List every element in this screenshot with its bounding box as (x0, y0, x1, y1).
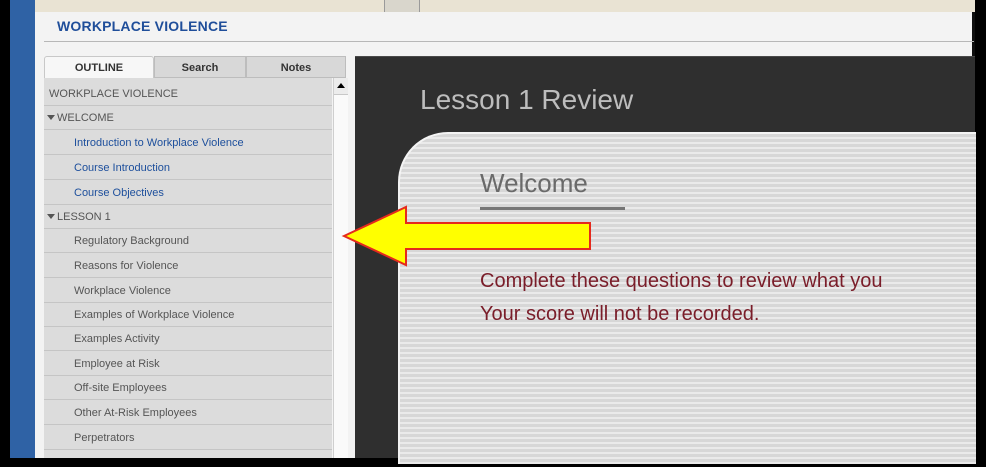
outline-item-perpetrators[interactable]: Perpetrators (44, 426, 332, 450)
outline-item-label: LESSON 1 (57, 211, 111, 223)
scroll-up-arrow-icon (337, 83, 345, 88)
outline-item-label: Employee at Risk (74, 358, 160, 370)
tab-search[interactable]: Search (154, 56, 246, 78)
scroll-up-button[interactable] (334, 78, 348, 95)
top-toolbar-divider (384, 0, 420, 12)
outline-list: WORKPLACE VIOLENCE WELCOME Introduction … (44, 78, 332, 458)
tab-notes[interactable]: Notes (246, 56, 346, 78)
header-divider (44, 41, 974, 42)
outline-item-label: WELCOME (57, 112, 114, 124)
outline-item-lesson-1[interactable]: LESSON 1 (44, 205, 332, 229)
outline-item-label: Introduction to Workplace Violence (74, 137, 244, 149)
outline-item-course-introduction[interactable]: Course Introduction (44, 156, 332, 180)
outline-item-other-at-risk-employees[interactable]: Other At-Risk Employees (44, 401, 332, 425)
outline-item-label: Workplace Violence (74, 285, 171, 297)
outline-item-label: Other At-Risk Employees (74, 407, 197, 419)
outline-item-label: Examples of Workplace Violence (74, 309, 235, 321)
tab-outline[interactable]: OUTLINE (44, 56, 154, 78)
outline-item-examples-activity[interactable]: Examples Activity (44, 327, 332, 351)
outline-item-label: Perpetrators (74, 432, 135, 444)
outline-scrollbar[interactable] (333, 78, 348, 458)
outline-item-employee-at-risk[interactable]: Employee at Risk (44, 352, 332, 376)
outline-item-label: Examples Activity (74, 333, 160, 345)
course-title: WORKPLACE VIOLENCE (57, 18, 228, 34)
outline-item-intro-workplace-violence[interactable]: Introduction to Workplace Violence (44, 131, 332, 155)
expand-arrow-icon[interactable] (47, 214, 55, 219)
outline-item-partial[interactable] (44, 450, 332, 458)
outline-item-workplace-violence[interactable]: Workplace Violence (44, 279, 332, 303)
outline-item-reasons-for-violence[interactable]: Reasons for Violence (44, 254, 332, 278)
review-message-line-1: Complete these questions to review what … (480, 270, 883, 292)
card-heading: Welcome (480, 168, 588, 198)
outline-item-label: Course Objectives (74, 187, 164, 199)
outline-item-course-objectives[interactable]: Course Objectives (44, 181, 332, 205)
outline-item-examples-workplace-violence[interactable]: Examples of Workplace Violence (44, 303, 332, 327)
arrow-shape (341, 205, 591, 267)
left-window-border (10, 0, 35, 458)
outline-item-regulatory-background[interactable]: Regulatory Background (44, 229, 332, 253)
outline-item-welcome[interactable]: WELCOME (44, 106, 332, 130)
pointer-arrow-icon (341, 205, 591, 267)
outline-item-label: Regulatory Background (74, 235, 189, 247)
outline-item-label: Course Introduction (74, 162, 170, 174)
outline-item-course-root[interactable]: WORKPLACE VIOLENCE (44, 82, 332, 106)
lesson-title: Lesson 1 Review (420, 84, 634, 115)
outline-item-off-site-employees[interactable]: Off-site Employees (44, 376, 332, 400)
expand-arrow-icon[interactable] (47, 115, 55, 120)
review-message-line-2: Your score will not be recorded. (480, 303, 760, 325)
outline-item-label: Reasons for Violence (74, 260, 179, 272)
outline-item-label: Off-site Employees (74, 382, 167, 394)
outline-item-label: WORKPLACE VIOLENCE (49, 88, 178, 100)
stage-top-edge (355, 56, 975, 57)
